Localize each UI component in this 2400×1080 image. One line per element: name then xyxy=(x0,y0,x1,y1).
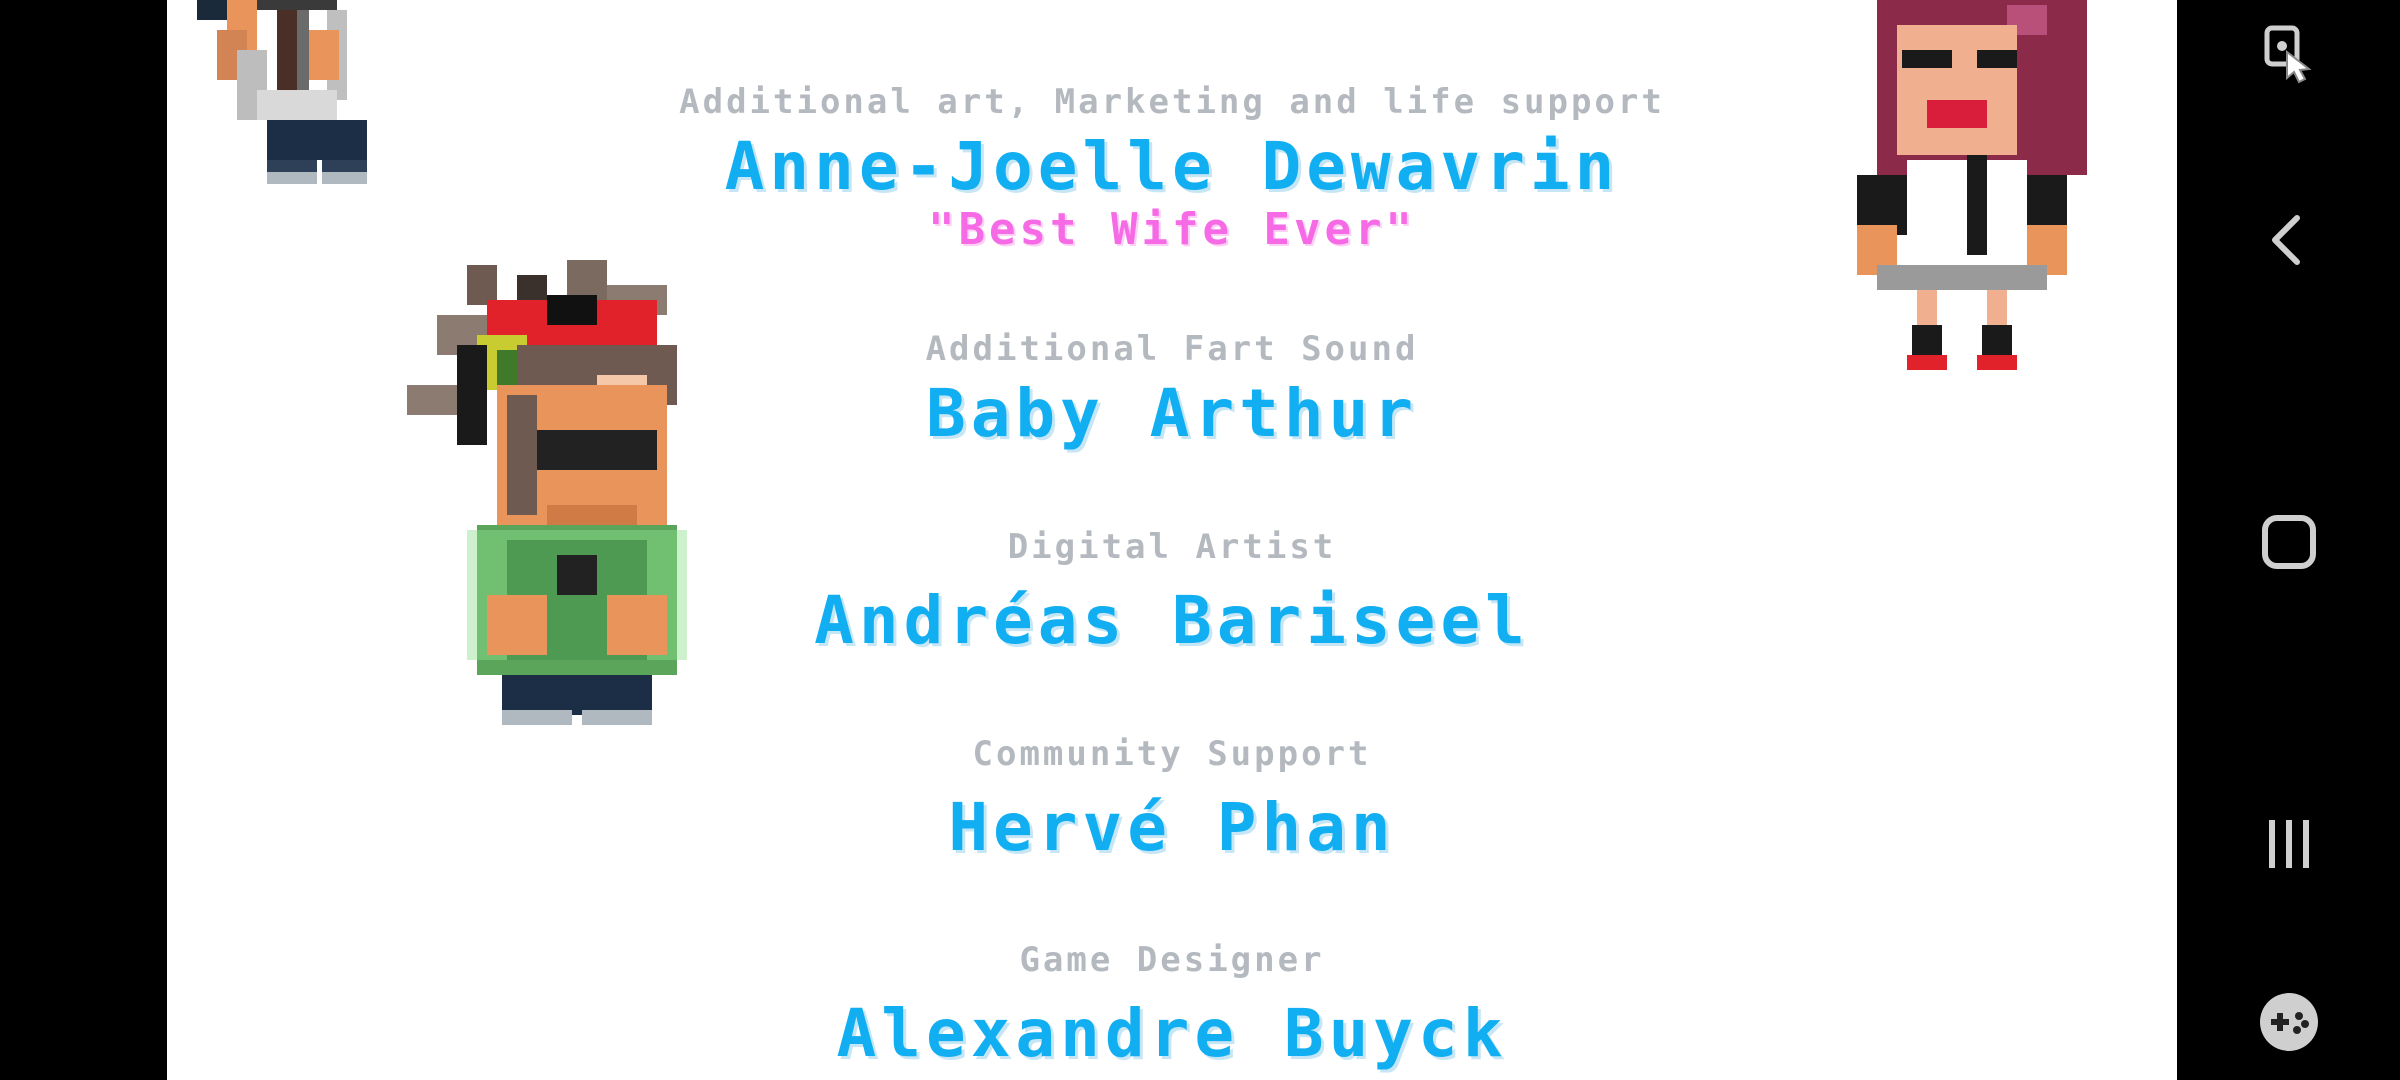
recents-bars-icon xyxy=(2269,820,2309,868)
credit-role-3: Digital Artist xyxy=(1007,527,1337,567)
home-square-icon xyxy=(2262,515,2316,569)
game-tools-button[interactable] xyxy=(2247,980,2331,1064)
credit-name-1: Anne-Joelle Dewavrin xyxy=(724,128,1620,205)
credit-name-4: Hervé Phan xyxy=(948,789,1396,866)
credit-name-5: Alexandre Buyck xyxy=(836,995,1508,1072)
gamepad-icon xyxy=(2260,993,2318,1051)
credit-role-5: Game Designer xyxy=(1019,940,1325,980)
credits-list: Additional art, Marketing and life suppo… xyxy=(167,0,2177,1080)
credit-role-1: Additional art, Marketing and life suppo… xyxy=(679,82,1665,122)
screen-lock-button[interactable] xyxy=(2247,12,2331,96)
credit-role-4: Community Support xyxy=(972,734,1372,774)
recents-button[interactable] xyxy=(2247,802,2331,886)
home-button[interactable] xyxy=(2247,500,2331,584)
credit-name-3: Andréas Bariseel xyxy=(814,582,1530,659)
credit-tagline-1: "Best Wife Ever" xyxy=(928,204,1416,255)
credit-name-2: Baby Arthur xyxy=(925,375,1419,452)
back-chevron-icon xyxy=(2272,215,2300,265)
credit-role-2: Additional Fart Sound xyxy=(925,329,1419,369)
game-screen: Additional art, Marketing and life suppo… xyxy=(167,0,2177,1080)
back-button[interactable] xyxy=(2247,198,2331,282)
screen-lock-touch-icon xyxy=(2264,25,2312,84)
system-navigation-bar xyxy=(2177,0,2400,1080)
